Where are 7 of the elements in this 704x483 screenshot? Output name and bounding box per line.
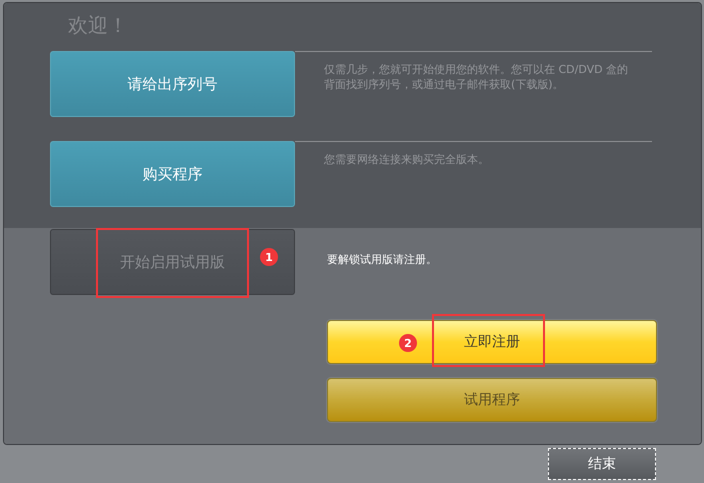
- option-button[interactable]: 请给出序列号: [50, 51, 295, 117]
- option-description: 要解锁试用版请注册。: [327, 253, 437, 266]
- option-button[interactable]: 购买程序: [50, 141, 295, 207]
- option-description: 您需要网络连接来购买完全版本。: [324, 152, 490, 167]
- option-description: 仅需几步，您就可开始使用您的软件。您可以在 CD/DVD 盒的背面找到序列号，或通过电子邮件获取(下载版)。: [324, 62, 630, 92]
- finish-button[interactable]: 结束: [548, 448, 656, 480]
- trial-button[interactable]: 试用程序: [327, 378, 657, 422]
